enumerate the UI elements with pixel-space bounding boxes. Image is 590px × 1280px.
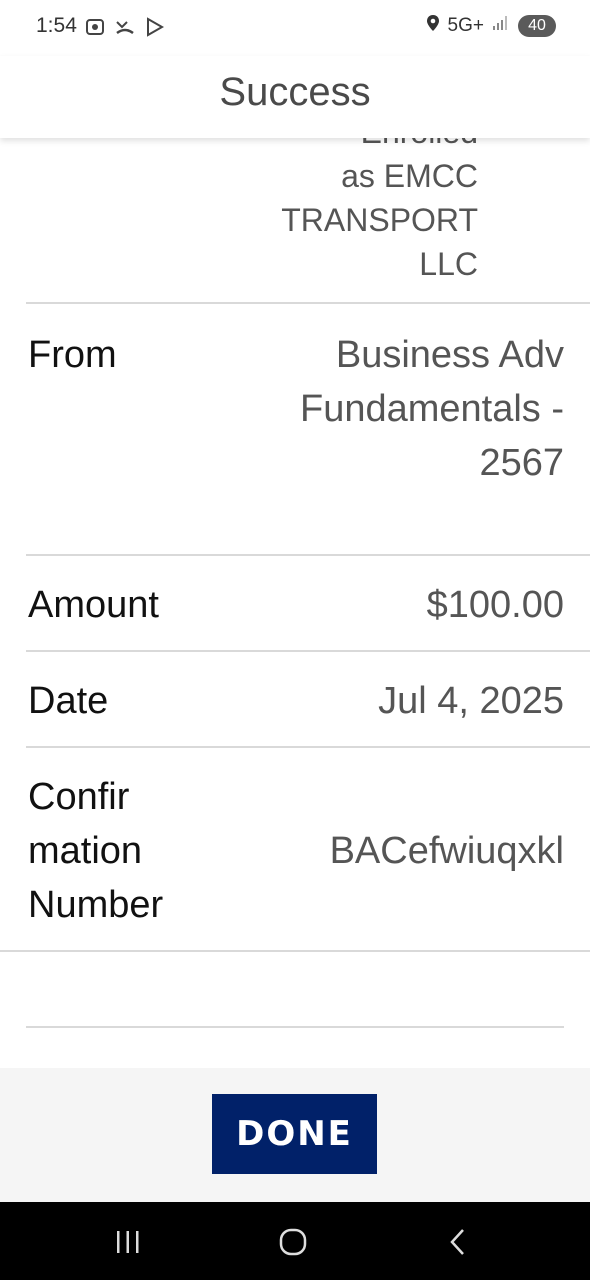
divider bbox=[26, 554, 590, 556]
system-nav-bar bbox=[0, 1202, 590, 1280]
enrolled-line: TRANSPORT bbox=[281, 202, 478, 238]
from-value-line: Fundamentals - bbox=[299, 388, 564, 430]
done-button[interactable]: DONE bbox=[212, 1094, 377, 1174]
transfer-details: Enrolled as EMCC TRANSPORT LLC From Busi… bbox=[0, 138, 590, 1068]
from-value-line: Business Adv bbox=[335, 334, 564, 376]
enrolled-line: Enrolled bbox=[281, 138, 478, 154]
date-value: Jul 4, 2025 bbox=[378, 680, 564, 722]
signal-icon bbox=[492, 15, 510, 37]
header: Success bbox=[0, 56, 590, 138]
confirmation-label-line: Number bbox=[28, 884, 164, 926]
status-time: 1:54 bbox=[36, 14, 77, 37]
network-type: 5G+ bbox=[447, 15, 484, 36]
recent-apps-button[interactable] bbox=[108, 1222, 148, 1262]
divider bbox=[26, 302, 590, 304]
divider bbox=[26, 650, 590, 652]
status-bar: 1:54 5G+ 40 bbox=[0, 0, 590, 56]
from-value: Business Adv Fundamentals - 2567 bbox=[300, 328, 564, 490]
amount-value: $100.00 bbox=[426, 584, 564, 626]
divider bbox=[0, 950, 590, 952]
play-store-icon bbox=[144, 16, 166, 38]
from-value-line: 2567 bbox=[479, 442, 564, 484]
page-title: Success bbox=[219, 70, 371, 114]
from-label-text: From bbox=[28, 334, 117, 376]
enrolled-line: as EMCC bbox=[341, 158, 478, 194]
confirmation-label: Confir mation Number bbox=[28, 770, 163, 932]
divider bbox=[26, 746, 590, 748]
screenshot-icon bbox=[84, 16, 106, 38]
missed-call-icon bbox=[114, 16, 136, 38]
confirmation-value: BACefwiuqxkl bbox=[329, 830, 564, 872]
confirmation-label-line: Confir bbox=[28, 776, 130, 818]
notification-icons bbox=[84, 16, 166, 38]
enrolled-as-text: Enrolled as EMCC TRANSPORT LLC bbox=[281, 138, 478, 286]
from-label: From bbox=[28, 328, 117, 382]
confirmation-label-line: mation bbox=[28, 830, 143, 872]
location-icon bbox=[426, 14, 440, 38]
date-label: Date bbox=[28, 680, 109, 722]
amount-label: Amount bbox=[28, 584, 159, 626]
home-button[interactable] bbox=[273, 1222, 313, 1262]
enrolled-line: LLC bbox=[419, 246, 478, 282]
battery-icon: 40 bbox=[518, 15, 556, 37]
back-button[interactable] bbox=[438, 1222, 478, 1262]
status-right: 5G+ 40 bbox=[426, 14, 556, 38]
divider bbox=[26, 1026, 564, 1028]
footer: DONE bbox=[0, 1068, 590, 1202]
